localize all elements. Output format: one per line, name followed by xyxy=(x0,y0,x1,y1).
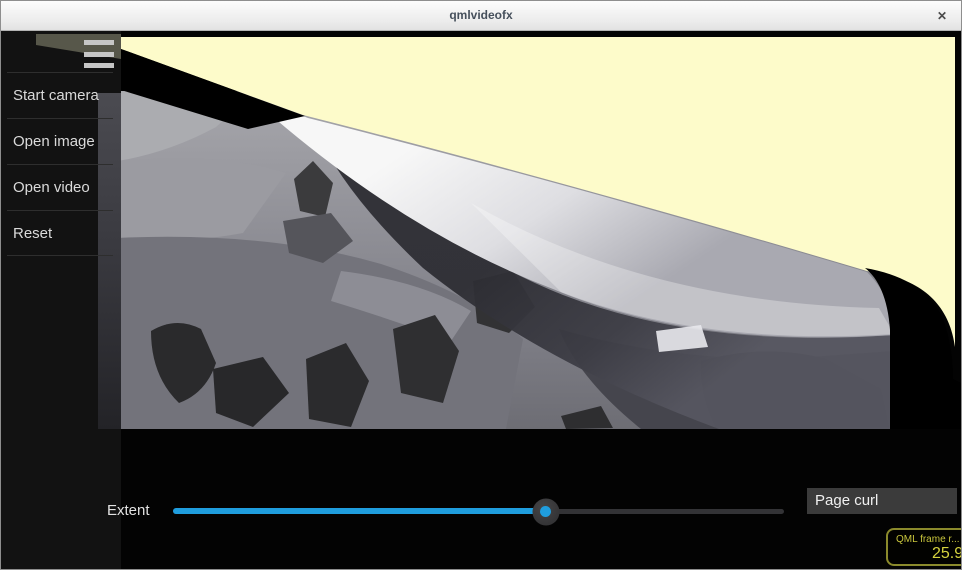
slider-fill xyxy=(173,508,546,514)
window-title: qmlvideofx xyxy=(1,8,961,22)
sidebar-item-label: Open video xyxy=(7,165,113,210)
extent-slider[interactable] xyxy=(173,498,784,525)
fps-label: QML frame r... xyxy=(896,534,962,545)
sidebar-menu: Start camera Open image Open video Reset xyxy=(7,72,113,256)
titlebar: qmlvideofx ✕ xyxy=(1,1,961,31)
sidebar-item-open-video[interactable]: Open video xyxy=(7,164,113,210)
extent-label: Extent xyxy=(107,502,150,519)
main-area: Start camera Open image Open video Reset… xyxy=(1,31,962,570)
fps-value: 25.95 xyxy=(888,545,962,563)
slider-handle[interactable] xyxy=(532,498,559,525)
effect-select-button[interactable]: Page curl xyxy=(807,488,957,514)
sidebar-item-label: Start camera xyxy=(7,73,113,118)
fps-indicator: QML frame r... 25.95 xyxy=(886,528,962,566)
sidebar-item-reset[interactable]: Reset xyxy=(7,210,113,256)
sidebar: Start camera Open image Open video Reset xyxy=(1,31,121,570)
sidebar-item-label: Open image xyxy=(7,119,113,164)
sidebar-item-start-camera[interactable]: Start camera xyxy=(7,72,113,118)
sidebar-item-open-image[interactable]: Open image xyxy=(7,118,113,164)
sidebar-item-label: Reset xyxy=(7,211,113,256)
menu-icon[interactable] xyxy=(84,40,114,69)
close-icon[interactable]: ✕ xyxy=(932,6,952,26)
slider-handle-dot xyxy=(540,506,551,517)
app-window: qmlvideofx ✕ xyxy=(0,0,962,570)
